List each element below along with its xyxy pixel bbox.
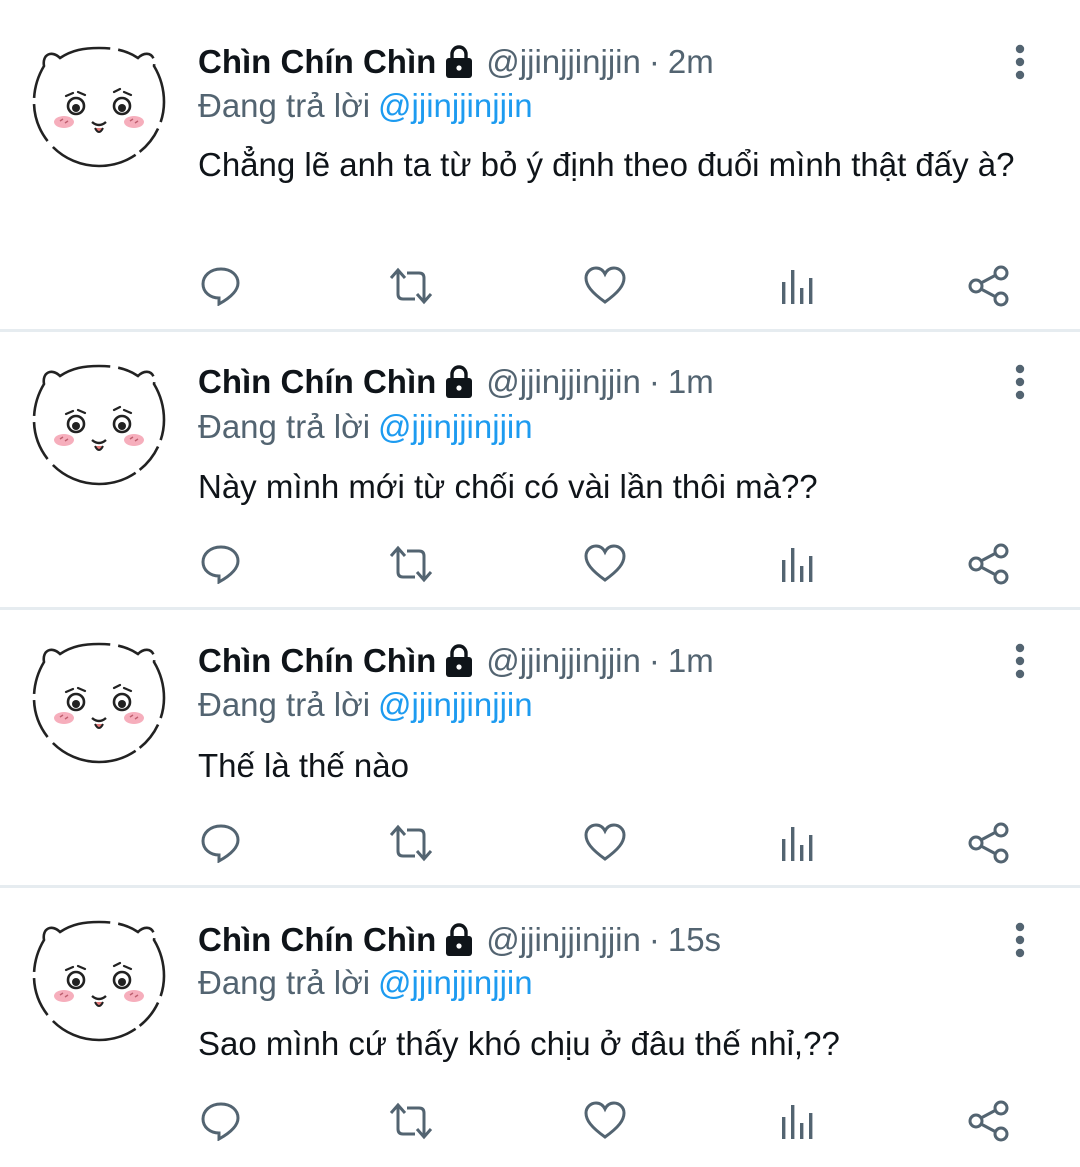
tweet-text: Sao mình cứ thấy khó chịu ở đâu thế nhỉ,… (198, 1025, 840, 1062)
heart-icon[interactable] (580, 261, 630, 311)
bar-chart-icon[interactable] (772, 1096, 822, 1146)
tweet-text: Chẳng lẽ anh ta từ bỏ ý định theo đuổi m… (198, 146, 1015, 183)
share-icon[interactable] (964, 261, 1014, 311)
display-name[interactable]: Chìn Chín Chìn (198, 363, 436, 401)
separator-dot: · (648, 642, 660, 679)
heart-icon[interactable] (580, 539, 630, 589)
reply-icon[interactable] (196, 539, 246, 589)
tweet-header: Chìn Chín Chìn @jjinjjinjjin · 1m (198, 360, 714, 404)
user-handle[interactable]: @jjinjjinjjin (486, 921, 641, 959)
avatar[interactable] (30, 36, 168, 174)
separator-dot: · (648, 921, 660, 958)
heart-icon[interactable] (580, 1096, 630, 1146)
heart-icon[interactable] (580, 818, 630, 868)
tweet-actions (0, 539, 1080, 589)
display-name[interactable]: Chìn Chín Chìn (198, 642, 436, 680)
separator-dot: · (648, 43, 660, 80)
bar-chart-icon[interactable] (772, 261, 822, 311)
reply-icon[interactable] (196, 261, 246, 311)
replying-to-label: Đang trả lời (198, 87, 371, 124)
replying-to-handle[interactable]: @jjinjjinjjin (378, 408, 533, 445)
lock-icon (444, 45, 474, 79)
replying-to-handle[interactable]: @jjinjjinjjin (378, 87, 533, 124)
replying-to-label: Đang trả lời (198, 408, 371, 445)
replying-to-line: Đang trả lời @jjinjjinjjin (198, 964, 533, 1002)
tweet-item[interactable]: Chìn Chín Chìn @jjinjjinjjin · 1m Đang t… (0, 332, 1080, 610)
replying-to-line: Đang trả lời @jjinjjinjjin (198, 408, 533, 446)
tweet-item[interactable]: Chìn Chín Chìn @jjinjjinjjin · 15s Đang … (0, 888, 1080, 1167)
replying-to-label: Đang trả lời (198, 964, 371, 1001)
avatar[interactable] (30, 910, 168, 1048)
replying-to-line: Đang trả lời @jjinjjinjjin (198, 87, 533, 125)
user-handle[interactable]: @jjinjjinjjin (486, 642, 641, 680)
tweet-header: Chìn Chín Chìn @jjinjjinjjin · 1m (198, 639, 714, 683)
tweet-item[interactable]: Chìn Chín Chìn @jjinjjinjjin · 2m Đang t… (0, 0, 1080, 332)
more-vertical-icon[interactable] (1004, 918, 1036, 962)
share-icon[interactable] (964, 818, 1014, 868)
tweet-actions (0, 818, 1080, 868)
lock-icon (444, 365, 474, 399)
retweet-icon[interactable] (386, 818, 436, 868)
lock-icon (444, 644, 474, 678)
tweet-actions (0, 1096, 1080, 1146)
reply-icon[interactable] (196, 1096, 246, 1146)
avatar[interactable] (30, 632, 168, 770)
timestamp[interactable]: 15s (668, 921, 721, 959)
lock-icon (444, 923, 474, 957)
tweet-item[interactable]: Chìn Chín Chìn @jjinjjinjjin · 1m Đang t… (0, 610, 1080, 888)
share-icon[interactable] (964, 1096, 1014, 1146)
bar-chart-icon[interactable] (772, 818, 822, 868)
user-handle[interactable]: @jjinjjinjjin (486, 363, 641, 401)
tweet-header: Chìn Chín Chìn @jjinjjinjjin · 15s (198, 918, 721, 962)
avatar[interactable] (30, 354, 168, 492)
replying-to-label: Đang trả lời (198, 686, 371, 723)
replying-to-line: Đang trả lời @jjinjjinjjin (198, 686, 533, 724)
tweet-actions (0, 261, 1080, 311)
more-vertical-icon[interactable] (1004, 40, 1036, 84)
retweet-icon[interactable] (386, 539, 436, 589)
tweet-feed: Chìn Chín Chìn @jjinjjinjjin · 2m Đang t… (0, 0, 1080, 1167)
retweet-icon[interactable] (386, 261, 436, 311)
replying-to-handle[interactable]: @jjinjjinjjin (378, 964, 533, 1001)
display-name[interactable]: Chìn Chín Chìn (198, 921, 436, 959)
separator-dot: · (648, 363, 660, 400)
more-vertical-icon[interactable] (1004, 639, 1036, 683)
timestamp[interactable]: 1m (668, 363, 714, 401)
replying-to-handle[interactable]: @jjinjjinjjin (378, 686, 533, 723)
user-handle[interactable]: @jjinjjinjjin (486, 43, 641, 81)
tweet-text: Thế là thế nào (198, 747, 409, 784)
timestamp[interactable]: 2m (668, 43, 714, 81)
bar-chart-icon[interactable] (772, 539, 822, 589)
more-vertical-icon[interactable] (1004, 360, 1036, 404)
display-name[interactable]: Chìn Chín Chìn (198, 43, 436, 81)
reply-icon[interactable] (196, 818, 246, 868)
share-icon[interactable] (964, 539, 1014, 589)
tweet-header: Chìn Chín Chìn @jjinjjinjjin · 2m (198, 40, 714, 84)
retweet-icon[interactable] (386, 1096, 436, 1146)
timestamp[interactable]: 1m (668, 642, 714, 680)
tweet-text: Này mình mới từ chối có vài lần thôi mà?… (198, 468, 818, 505)
